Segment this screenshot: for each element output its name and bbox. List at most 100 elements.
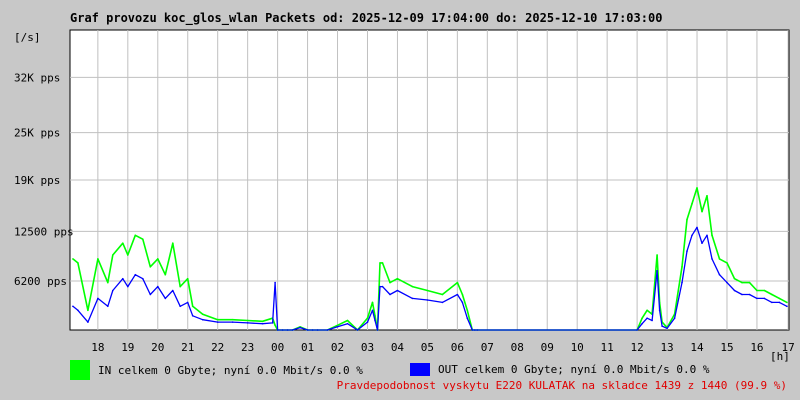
data-point-out (72, 305, 74, 308)
legend-swatch-in (70, 360, 90, 380)
data-point-in (389, 281, 391, 284)
data-point-out (306, 329, 309, 331)
data-point-out (326, 329, 329, 331)
data-point-in (164, 273, 167, 276)
x-tick-label: 08 (511, 341, 524, 354)
data-point-out (311, 329, 314, 331)
data-point-in (127, 254, 129, 256)
data-point-in (246, 319, 249, 322)
data-point-in (466, 309, 469, 312)
data-point-in (261, 320, 264, 323)
data-point-in (733, 277, 736, 280)
data-point-out (651, 319, 653, 322)
data-point-out (673, 317, 676, 320)
data-point-out (778, 301, 781, 304)
data-point-in (172, 242, 174, 244)
data-point-out (216, 321, 219, 323)
data-point-in (748, 281, 751, 284)
data-point-out (127, 285, 129, 288)
data-point-in (122, 242, 124, 244)
data-point-in (134, 234, 137, 237)
data-point-out (371, 309, 374, 312)
legend-text-out: OUT celkem 0 Gbyte; nyní 0.0 Mbit/s 0.0 … (438, 362, 710, 376)
data-point-in (201, 313, 204, 316)
x-tick-label: 02 (331, 341, 344, 354)
data-point-out (186, 301, 189, 304)
data-point-in (231, 318, 234, 321)
data-point-out (396, 289, 399, 292)
data-point-in (77, 262, 79, 264)
data-point-out (374, 319, 376, 322)
data-point-out (466, 317, 469, 320)
data-point-in (411, 285, 414, 288)
data-point-in (701, 210, 703, 213)
data-point-in (646, 309, 648, 312)
data-point-out (661, 325, 663, 327)
data-point-out (786, 305, 788, 308)
data-point-out (299, 326, 301, 329)
data-point-out (276, 329, 279, 331)
data-point-in (346, 319, 349, 322)
data-point-out (646, 317, 648, 320)
data-point-out (666, 327, 668, 330)
data-point-out (191, 315, 194, 317)
data-point-in (706, 195, 708, 197)
x-tick-label: 23 (241, 341, 254, 354)
y-tick-label: 19K pps (14, 174, 60, 187)
x-tick-label: 00 (271, 341, 284, 354)
data-point-out (142, 277, 144, 280)
data-point-in (756, 289, 758, 292)
data-point-in (396, 277, 399, 280)
data-point-out (476, 329, 479, 331)
data-point-out (356, 329, 359, 331)
x-tick-label: 11 (601, 341, 614, 354)
data-point-out (701, 242, 703, 244)
data-point-out (426, 299, 429, 301)
y-axis-tick-labels: 6200 pps 12500 pps 19K pps 25K pps 32K pps (14, 71, 74, 288)
data-point-in (157, 258, 159, 260)
data-point-out (346, 322, 349, 325)
data-point-out (763, 297, 766, 300)
data-point-in (87, 309, 89, 312)
data-point-in (691, 202, 693, 205)
data-point-in (107, 281, 109, 284)
x-tick-label: 07 (481, 341, 494, 354)
data-point-out (636, 329, 638, 331)
data-point-out (718, 273, 721, 276)
availability-footer: Pravdepodobnost vyskytu E220 KULATAK na … (336, 379, 787, 392)
data-point-out (366, 321, 369, 323)
data-point-in (336, 324, 339, 327)
data-point-out (741, 293, 743, 296)
data-point-out (77, 309, 79, 312)
data-point-out (97, 297, 99, 300)
data-point-out (471, 329, 474, 331)
x-tick-label: 20 (151, 341, 164, 354)
data-point-in (381, 262, 384, 264)
data-point-out (641, 322, 643, 325)
x-tick-label: 03 (361, 341, 374, 354)
data-point-in (97, 258, 99, 260)
data-point-out (336, 326, 339, 328)
y-tick-label: 32K pps (14, 71, 60, 84)
data-point-in (771, 293, 773, 296)
data-point-out (231, 321, 234, 323)
data-point-out (381, 285, 384, 288)
data-point-out (658, 309, 661, 312)
x-tick-label: 21 (181, 341, 194, 354)
x-tick-label: 22 (211, 341, 224, 354)
x-tick-label: 14 (690, 341, 704, 354)
legend-swatch-out (410, 362, 430, 376)
data-point-out (474, 329, 476, 331)
y-tick-label: 12500 pps (14, 225, 74, 238)
x-tick-label: 13 (660, 341, 673, 354)
x-tick-label: 12 (630, 341, 643, 354)
data-point-out (149, 293, 152, 296)
data-point-out (726, 281, 728, 284)
x-tick-label: 01 (301, 341, 314, 354)
data-point-out (164, 297, 167, 300)
data-point-in (191, 305, 194, 308)
data-point-in (426, 289, 429, 292)
data-point-in (366, 317, 369, 320)
data-point-out (316, 329, 319, 331)
legend-text-in: IN celkem 0 Gbyte; nyní 0.0 Mbit/s 0.0 % (98, 363, 363, 377)
